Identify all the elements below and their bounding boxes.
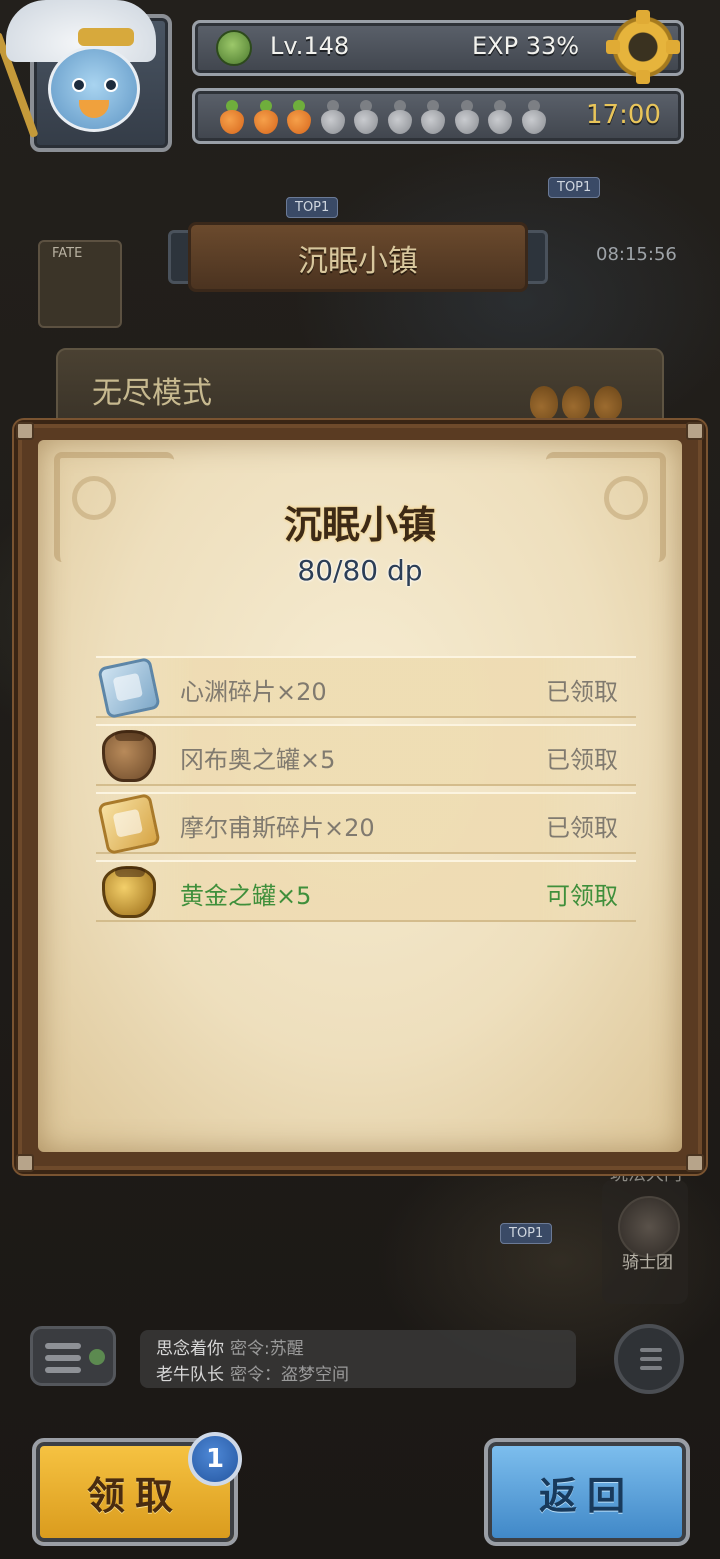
exp-label: EXP 33% (472, 32, 580, 60)
top1-badge-wizard: TOP1 (500, 1222, 553, 1244)
carrot-empty-icon (354, 100, 378, 134)
avatar-eye (104, 78, 118, 92)
endless-mode-title: 无尽模式 (92, 376, 212, 411)
level-label: Lv.148 (270, 32, 350, 60)
acorn-icon (594, 386, 622, 420)
brown-jar-icon (102, 730, 156, 782)
frame-rivet (16, 1154, 34, 1172)
gold-jar-icon (102, 866, 156, 918)
carrot-full-icon (287, 100, 311, 134)
reward-status[interactable]: 可领取 (546, 876, 618, 911)
chat-message: 老牛队长 密令：盗梦空间 (156, 1365, 349, 1385)
settings-gear-icon[interactable] (606, 10, 680, 84)
reward-name: 黄金之罐×5 (180, 882, 312, 910)
carrot-empty-icon (488, 100, 512, 134)
reward-status: 已领取 (546, 746, 618, 774)
menu-list-button[interactable] (614, 1324, 684, 1394)
frame-rivet (686, 1154, 704, 1172)
carrot-empty-icon (521, 100, 546, 134)
carrot-full-icon (253, 100, 278, 134)
blue-puzzle-icon (97, 656, 161, 720)
reward-status: 已领取 (546, 678, 618, 706)
map-banner-title: 沉眠小镇 (298, 244, 418, 279)
acorn-icon (562, 386, 590, 420)
reward-row-0: 心渊碎片×20 已领取 (96, 656, 636, 720)
reward-name: 心渊碎片×20 (180, 678, 327, 706)
stamina-timer: 17:00 (586, 100, 661, 130)
frame-rivet (16, 422, 34, 440)
reward-row-3[interactable]: 黄金之罐×5 可领取 (96, 860, 636, 922)
avatar-eye (72, 78, 86, 92)
reward-row-2: 摩尔甫斯碎片×20 已领取 (96, 792, 636, 856)
carrot-full-icon (220, 100, 244, 134)
carrot-empty-icon (454, 100, 479, 134)
acorn-icon (530, 386, 558, 420)
crown-icon (78, 28, 134, 46)
claim-count-badge: 1 (188, 1432, 242, 1486)
gold-puzzle-icon (97, 792, 161, 856)
fate-label: FATE (52, 246, 83, 261)
chat-toggle-button[interactable] (30, 1326, 116, 1386)
carrot-empty-icon (387, 100, 412, 134)
modal-progress: 80/80 dp (297, 554, 423, 587)
frame-rivet (686, 422, 704, 440)
avatar-face (48, 46, 140, 132)
carrot-empty-icon (320, 100, 345, 134)
event-countdown: 08:15:56 (596, 244, 677, 265)
reward-name: 摩尔甫斯碎片×20 (180, 814, 375, 842)
chat-message: 思念着你 密令:苏醒 (156, 1339, 304, 1359)
top1-badge-event: TOP1 (548, 176, 601, 198)
modal-title: 沉眠小镇 (283, 503, 436, 547)
carrot-empty-icon (421, 100, 445, 134)
tree-level-icon (216, 30, 252, 66)
reward-status: 已领取 (546, 814, 618, 842)
back-button[interactable]: 返回 (484, 1438, 690, 1546)
knights-label[interactable]: 骑士团 (622, 1248, 673, 1273)
reward-name: 冈布奥之罐×5 (180, 746, 336, 774)
top1-badge: TOP1 (286, 196, 339, 218)
reward-row-1: 冈布奥之罐×5 已领取 (96, 724, 636, 786)
